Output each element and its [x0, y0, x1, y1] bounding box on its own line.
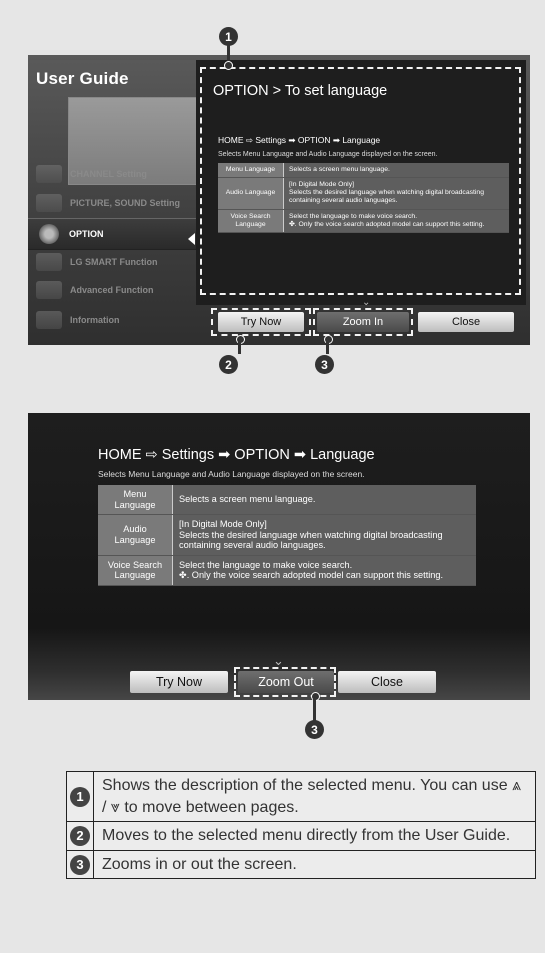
zoom-highlight-frame [313, 308, 413, 336]
menu-item-label: Advanced Function [70, 285, 154, 295]
row-label: Audio Language [98, 514, 173, 556]
marker-2: 2 [219, 355, 238, 374]
try-now-button[interactable]: Try Now [130, 671, 228, 693]
picture-sound-icon [36, 194, 62, 212]
table-row: Voice Search Language Select the languag… [98, 555, 476, 587]
user-guide-screen: User Guide CHANNEL Setting PICTURE, SOUN… [28, 55, 530, 345]
marker-3: 3 [305, 720, 324, 739]
close-button[interactable]: Close [418, 312, 514, 332]
advanced-icon [36, 281, 62, 299]
table-row: 3 Zooms in or out the screen. [66, 849, 536, 880]
menu-item-lg-smart[interactable]: LG SMART Function [28, 247, 198, 277]
legend-text: Shows the description of the selected me… [93, 770, 536, 823]
lg-smart-icon [36, 253, 62, 271]
menu-item-label: LG SMART Function [70, 257, 158, 267]
legend-number-cell: 1 [66, 770, 94, 823]
try-now-highlight-frame [211, 308, 311, 336]
zoom-highlight-frame [234, 667, 336, 697]
menu-item-channel[interactable]: CHANNEL Setting [28, 159, 198, 189]
language-table: Menu Language Selects a screen menu lang… [98, 485, 476, 587]
row-value: Selects a screen menu language. [172, 485, 476, 516]
legend-text: Moves to the selected menu directly from… [93, 821, 536, 851]
menu-item-option[interactable]: OPTION [28, 218, 198, 250]
row-value: [In Digital Mode Only] Selects the desire… [172, 514, 476, 556]
menu-item-advanced[interactable]: Advanced Function [28, 275, 198, 305]
user-guide-title: User Guide [36, 69, 129, 88]
legend-text: Zooms in or out the screen. [93, 849, 536, 880]
channel-icon [36, 165, 62, 183]
marker-stem [326, 340, 329, 354]
marker-stem [227, 44, 230, 62]
menu-item-information[interactable]: Information [28, 305, 198, 335]
option-icon [39, 224, 59, 244]
selected-arrow-icon [188, 233, 195, 245]
marker-stem [238, 340, 241, 354]
legend-number-cell: 2 [66, 821, 94, 851]
marker-3: 3 [70, 854, 90, 875]
table-row: Menu Language Selects a screen menu lang… [98, 485, 476, 516]
menu-path: HOME ⇨ Settings ➡ OPTION ➡ Language [98, 447, 375, 463]
table-row: 2 Moves to the selected menu directly fr… [66, 821, 536, 851]
marker-dot [224, 61, 233, 70]
legend-number-cell: 3 [66, 849, 94, 880]
row-label: Menu Language [98, 485, 173, 516]
marker-1: 1 [70, 786, 90, 807]
marker-stem [313, 697, 316, 721]
panel-description: Selects Menu Language and Audio Language… [98, 469, 365, 479]
row-value: Select the language to make voice search… [172, 555, 476, 587]
menu-item-picture-sound[interactable]: PICTURE, SOUND Setting [28, 188, 198, 218]
marker-3: 3 [315, 355, 334, 374]
close-button[interactable]: Close [338, 671, 436, 693]
table-row: 1 Shows the description of the selected … [66, 770, 536, 823]
menu-item-label: OPTION [69, 229, 104, 239]
marker-2: 2 [70, 825, 90, 846]
chevron-down-icon[interactable]: ⌄ [362, 297, 370, 308]
zoomed-screen: HOME ⇨ Settings ➡ OPTION ➡ Language Sele… [28, 413, 530, 700]
information-icon [36, 311, 62, 329]
legend-table: 1 Shows the description of the selected … [66, 770, 536, 880]
row-label: Voice Search Language [98, 555, 173, 587]
menu-item-label: CHANNEL Setting [70, 169, 147, 179]
description-highlight-frame [200, 67, 521, 295]
menu-item-label: Information [70, 315, 120, 325]
table-row: Audio Language [In Digital Mode Only] Sel… [98, 514, 476, 556]
menu-item-label: PICTURE, SOUND Setting [70, 198, 181, 208]
